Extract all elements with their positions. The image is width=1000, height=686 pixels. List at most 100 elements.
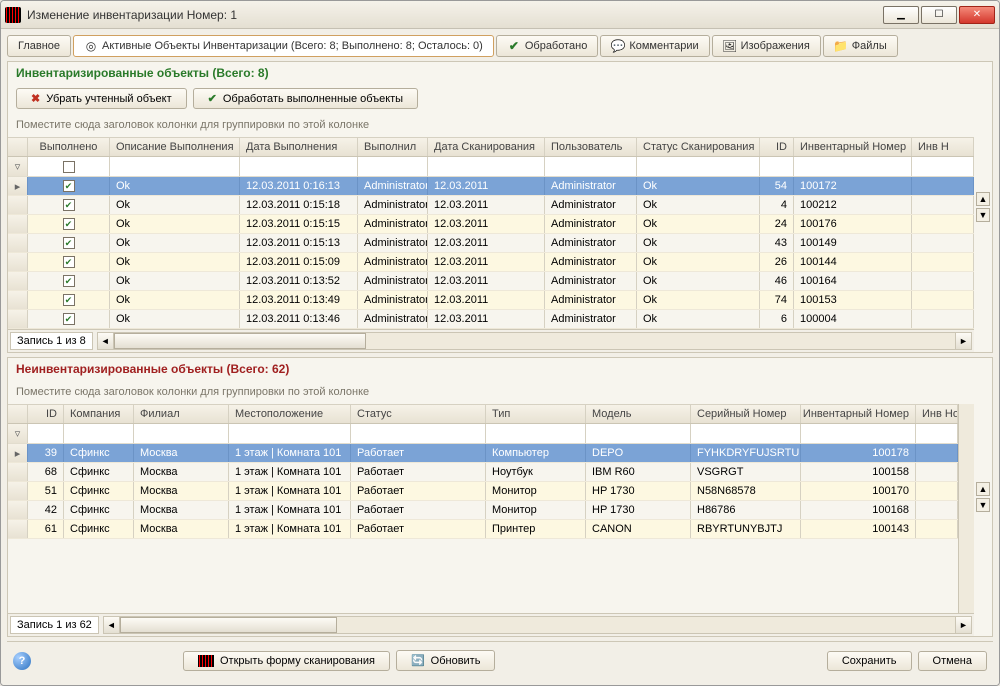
tab-active-objects[interactable]: ◎ Активные Объекты Инвентаризации (Всего…: [73, 35, 494, 57]
cell-date: 12.03.2011 0:13:49: [240, 291, 358, 309]
cell-id: 54: [760, 177, 794, 195]
col-id[interactable]: ID: [28, 405, 64, 423]
maximize-button[interactable]: ☐: [921, 6, 957, 24]
col-scan[interactable]: Дата Сканирования: [428, 138, 545, 156]
filter-checkbox[interactable]: [63, 161, 75, 173]
col-model[interactable]: Модель: [586, 405, 691, 423]
col-status[interactable]: Статус: [351, 405, 486, 423]
col-inv[interactable]: Инвентарный Номер: [794, 138, 912, 156]
table-row[interactable]: ✔Ok12.03.2011 0:15:09Administrator12.03.…: [8, 253, 974, 272]
done-checkbox[interactable]: ✔: [63, 199, 75, 211]
collapse-up-icon[interactable]: ▲: [976, 482, 990, 496]
table-row[interactable]: ✔Ok12.03.2011 0:15:13Administrator12.03.…: [8, 234, 974, 253]
col-id[interactable]: ID: [760, 138, 794, 156]
table-row[interactable]: 68СфинксМосква1 этаж | Комната 101Работа…: [8, 463, 958, 482]
tab-images[interactable]: 🖼 Изображения: [712, 35, 821, 57]
cancel-button[interactable]: Отмена: [918, 651, 987, 671]
col-type[interactable]: Тип: [486, 405, 586, 423]
cell-user: Administrator: [545, 253, 637, 271]
process-done-button[interactable]: ✔ Обработать выполненные объекты: [193, 88, 418, 109]
col-date[interactable]: Дата Выполнения: [240, 138, 358, 156]
cell-desc: Ok: [110, 272, 240, 290]
minimize-button[interactable]: ▁: [883, 6, 919, 24]
cell-company: Сфинкс: [64, 463, 134, 481]
cell-inv: 100144: [794, 253, 912, 271]
table-row[interactable]: ✔Ok12.03.2011 0:13:46Administrator12.03.…: [8, 310, 974, 329]
cell-date: 12.03.2011 0:13:46: [240, 310, 358, 328]
tab-processed[interactable]: ✔ Обработано: [496, 35, 599, 57]
save-button[interactable]: Сохранить: [827, 651, 912, 671]
cell-status: Ok: [637, 310, 760, 328]
col-branch[interactable]: Филиал: [134, 405, 229, 423]
cell-desc: Ok: [110, 215, 240, 233]
hscroll-top[interactable]: ◄ ►: [97, 332, 972, 350]
done-checkbox[interactable]: ✔: [63, 218, 75, 230]
col-inv[interactable]: Инвентарный Номер: [801, 405, 916, 423]
table-row[interactable]: 61СфинксМосква1 этаж | Комната 101Работа…: [8, 520, 958, 539]
tab-main[interactable]: Главное: [7, 35, 71, 57]
table-row[interactable]: ✔ Ok 12.03.2011 0:13:49Administrator12.03.…: [8, 291, 974, 310]
cell-who: Administrator: [358, 291, 428, 309]
cell-who: Administrator: [358, 196, 428, 214]
col-inv2[interactable]: Инв Н: [912, 138, 974, 156]
col-done[interactable]: Выполнено: [28, 138, 110, 156]
col-location[interactable]: Местоположение: [229, 405, 351, 423]
cell-user: Administrator: [545, 196, 637, 214]
table-row[interactable]: ✔Ok12.03.2011 0:15:15Administrator12.03.…: [8, 215, 974, 234]
filter-icon[interactable]: ▿: [8, 424, 28, 443]
collapse-down-icon[interactable]: ▼: [976, 498, 990, 512]
done-checkbox[interactable]: ✔: [63, 294, 75, 306]
vscroll-bottom[interactable]: [958, 404, 974, 613]
col-inv-b[interactable]: Инв Номер Б: [916, 405, 958, 423]
done-checkbox[interactable]: ✔: [63, 275, 75, 287]
cell-status: Ok: [637, 291, 760, 309]
help-button[interactable]: ?: [13, 652, 31, 670]
col-status[interactable]: Статус Сканирования: [637, 138, 760, 156]
scroll-right-icon[interactable]: ►: [955, 617, 971, 633]
remove-object-button[interactable]: ✖ Убрать учтенный объект: [16, 88, 187, 109]
grid-bottom-filter-row[interactable]: ▿: [8, 424, 958, 444]
hscroll-bottom[interactable]: ◄ ►: [103, 616, 972, 634]
scroll-left-icon[interactable]: ◄: [104, 617, 120, 633]
table-row[interactable]: ✔Ok12.03.2011 0:13:52Administrator12.03.…: [8, 272, 974, 291]
row-indicator: [8, 463, 28, 481]
tab-comments[interactable]: 💬 Комментарии: [600, 35, 709, 57]
col-who[interactable]: Выполнил: [358, 138, 428, 156]
col-company[interactable]: Компания: [64, 405, 134, 423]
table-row[interactable]: 42СфинксМосква1 этаж | Комната 101Работа…: [8, 501, 958, 520]
check-icon: ✔: [507, 39, 521, 53]
group-prompt-bottom[interactable]: Поместите сюда заголовок колонки для гру…: [8, 380, 974, 404]
cell-inv: 100168: [801, 501, 916, 519]
done-checkbox[interactable]: ✔: [63, 237, 75, 249]
col-sn[interactable]: Серийный Номер: [691, 405, 801, 423]
row-indicator: ▸: [8, 444, 28, 462]
open-scan-form-button[interactable]: Открыть форму сканирования: [183, 651, 390, 671]
cell-inv: 100212: [794, 196, 912, 214]
table-row[interactable]: ▸✔Ok12.03.2011 0:16:13Administrator12.03…: [8, 177, 974, 196]
done-checkbox[interactable]: ✔: [63, 180, 75, 192]
cell-status: Работает: [351, 501, 486, 519]
scroll-left-icon[interactable]: ◄: [98, 333, 114, 349]
collapse-up-icon[interactable]: ▲: [976, 192, 990, 206]
grid-bottom: ID Компания Филиал Местоположение Статус…: [8, 404, 958, 613]
table-row[interactable]: ▸39СфинксМосква1 этаж | Комната 101Работ…: [8, 444, 958, 463]
col-user[interactable]: Пользователь: [545, 138, 637, 156]
row-indicator: [8, 310, 28, 328]
folder-icon: 📁: [834, 39, 848, 53]
filter-icon[interactable]: ▿: [8, 157, 28, 176]
collapse-down-icon[interactable]: ▼: [976, 208, 990, 222]
inventoried-title: Инвентаризированные объекты (Всего: 8): [8, 62, 974, 84]
close-button[interactable]: ✕: [959, 6, 995, 24]
cell-date: 12.03.2011 0:15:13: [240, 234, 358, 252]
done-checkbox[interactable]: ✔: [63, 256, 75, 268]
cell-scan: 12.03.2011: [428, 291, 545, 309]
refresh-button[interactable]: 🔄 Обновить: [396, 650, 496, 671]
scroll-right-icon[interactable]: ►: [955, 333, 971, 349]
tab-files[interactable]: 📁 Файлы: [823, 35, 898, 57]
grid-top-filter-row[interactable]: ▿: [8, 157, 974, 177]
done-checkbox[interactable]: ✔: [63, 313, 75, 325]
col-desc[interactable]: Описание Выполнения: [110, 138, 240, 156]
table-row[interactable]: ✔Ok12.03.2011 0:15:18Administrator12.03.…: [8, 196, 974, 215]
table-row[interactable]: 51СфинксМосква1 этаж | Комната 101Работа…: [8, 482, 958, 501]
group-prompt-top[interactable]: Поместите сюда заголовок колонки для гру…: [8, 113, 974, 137]
